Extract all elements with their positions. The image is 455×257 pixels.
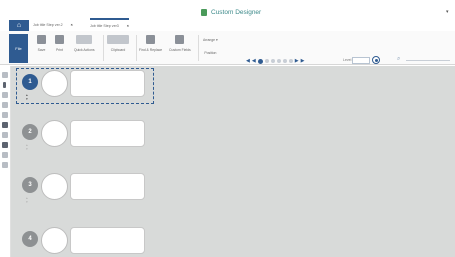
step-number-badge: 3 [22, 177, 38, 193]
shape-tool-icon[interactable] [2, 142, 8, 148]
zoom-slider[interactable] [406, 60, 450, 61]
arrange-dropdown[interactable]: Arrange ▾ Position [203, 38, 218, 55]
step-number-badge: 2 [22, 124, 38, 140]
app-title: Custom Designer [211, 9, 262, 16]
table-tool-icon[interactable] [2, 132, 8, 138]
step-circle-shape[interactable] [41, 70, 68, 97]
step-row-2[interactable]: 2 ▴ ▾ [22, 120, 146, 151]
tool-rail [0, 66, 11, 257]
step-row-1[interactable]: 1 ▴ ▾ [22, 70, 146, 101]
printer-icon [55, 35, 64, 44]
binoculars-icon [146, 35, 156, 44]
save-icon [37, 35, 46, 44]
home-tab-button[interactable]: ⌂ [9, 20, 29, 31]
home-icon: ⌂ [16, 22, 22, 29]
step-indicator-dot[interactable] [264, 59, 269, 63]
quick-actions-button[interactable]: Quick Actions [74, 35, 95, 52]
first-step-icon[interactable]: ◀ [246, 58, 250, 64]
step-stepper-control[interactable]: ▴ ▾ [26, 196, 28, 204]
step-stepper-control[interactable]: ▴ ▾ [26, 93, 28, 101]
custom-fields-button[interactable]: Custom Fields [169, 35, 191, 52]
image-tool-icon[interactable] [2, 112, 8, 118]
zoom-icon[interactable]: ⌕ [397, 56, 400, 63]
tab-label: Job title Step ver.2 [33, 23, 63, 27]
step-indicator-dot[interactable] [288, 59, 293, 63]
custom-fields-icon [175, 35, 185, 44]
step-stepper-control[interactable]: ▴ ▾ [26, 143, 28, 151]
clipboard-icon [107, 35, 129, 44]
step-row-3[interactable]: 3 ▴ ▾ [22, 173, 146, 204]
step-number-badge: 1 [22, 74, 38, 90]
step-text-box[interactable] [70, 173, 145, 200]
step-text-box[interactable] [70, 120, 145, 147]
step-text-box[interactable] [70, 70, 145, 97]
quick-actions-icon [76, 35, 93, 44]
step-indicator-dot[interactable] [282, 59, 287, 63]
file-menu-button[interactable]: File [9, 34, 28, 63]
step-number-badge: 4 [22, 231, 38, 247]
app-logo-icon [201, 9, 207, 16]
print-button[interactable]: Print [55, 35, 64, 52]
close-tab-icon[interactable]: × [127, 24, 129, 28]
step-circle-shape[interactable] [41, 120, 68, 147]
ribbon-divider [136, 35, 137, 61]
tab-document-2[interactable]: Job title Step ver3 × [90, 18, 129, 32]
frame-tool-icon[interactable] [2, 152, 8, 158]
barcode-tool-icon[interactable] [2, 122, 8, 128]
pointer-tool-icon[interactable] [2, 72, 8, 78]
level-toggle[interactable] [372, 56, 380, 64]
layer-tool-icon[interactable] [2, 162, 8, 168]
step-indicator-dot[interactable] [257, 58, 263, 64]
pen-tool-icon[interactable] [2, 102, 8, 108]
window-menu-chevron-icon[interactable]: ▾ [446, 9, 449, 15]
level-label: Level [343, 58, 352, 62]
text-tool-icon[interactable] [3, 82, 6, 88]
tab-document-1[interactable]: Job title Step ver.2 × [33, 20, 73, 30]
save-button[interactable]: Save [37, 35, 46, 52]
ribbon-toolbar [0, 31, 455, 65]
close-tab-icon[interactable]: × [71, 23, 73, 27]
step-indicator-dot[interactable] [276, 59, 281, 63]
clipboard-button[interactable]: Clipboard [107, 35, 129, 52]
step-navigation: ◀ ◀ ▶ ▶ [246, 57, 304, 65]
step-row-4[interactable]: 4 [22, 227, 146, 255]
find-replace-button[interactable]: Find & Replace [139, 35, 162, 52]
step-circle-shape[interactable] [41, 173, 68, 200]
last-step-icon[interactable]: ▶ [301, 58, 305, 64]
step-indicator-dot[interactable] [270, 59, 275, 63]
previous-step-icon[interactable]: ◀ [252, 58, 256, 64]
step-circle-shape[interactable] [41, 227, 68, 254]
list-tool-icon[interactable] [2, 92, 8, 98]
ribbon-divider [198, 35, 199, 61]
ribbon-divider [103, 35, 104, 61]
step-text-box[interactable] [70, 227, 145, 254]
title-bar: Custom Designer ▾ [0, 0, 455, 20]
tab-label: Job title Step ver3 [90, 24, 119, 28]
level-input[interactable] [352, 57, 370, 64]
next-step-icon[interactable]: ▶ [295, 58, 299, 64]
